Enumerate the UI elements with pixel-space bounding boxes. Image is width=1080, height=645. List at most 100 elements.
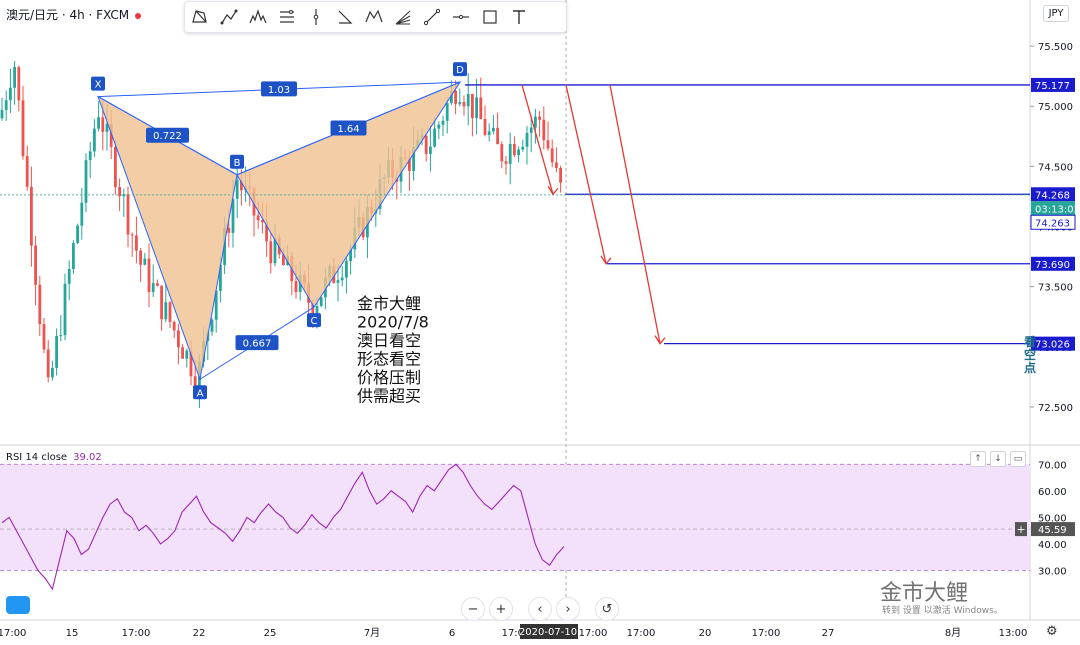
candle-body bbox=[340, 277, 344, 281]
text-icon[interactable] bbox=[504, 2, 533, 32]
candle-body bbox=[34, 245, 37, 285]
candle-body bbox=[546, 140, 550, 149]
price-tick-label: 75.000 bbox=[1038, 102, 1073, 113]
candle-body bbox=[55, 336, 58, 368]
candle-body bbox=[172, 321, 176, 331]
candle-body bbox=[492, 127, 495, 132]
candle-body bbox=[466, 93, 470, 107]
abcd-pattern-icon[interactable] bbox=[214, 2, 243, 32]
candle-body bbox=[424, 135, 428, 154]
xabcd-pattern-icon[interactable] bbox=[185, 2, 214, 32]
candle-body bbox=[441, 120, 445, 125]
candle-body bbox=[454, 90, 457, 105]
time-tick-label: 27 bbox=[822, 628, 835, 639]
time-tick-label: 17:00 bbox=[0, 628, 26, 639]
candle-body bbox=[487, 131, 491, 135]
price-label-current: 74.263 bbox=[1035, 218, 1070, 229]
price-label-target: 73.690 bbox=[1035, 260, 1070, 271]
rsi-current-label: 45.59 bbox=[1038, 525, 1067, 536]
candle-body bbox=[185, 350, 189, 359]
fib-retracement-icon[interactable] bbox=[272, 2, 301, 32]
horizontal-line-icon[interactable] bbox=[446, 2, 475, 32]
rsi-tick-label: 70.00 bbox=[1038, 460, 1067, 471]
candle-body bbox=[525, 132, 529, 147]
candle-body bbox=[13, 67, 16, 88]
time-tick-label: 17:00 bbox=[752, 628, 781, 639]
candle-body bbox=[76, 225, 79, 244]
candle-body bbox=[475, 97, 478, 119]
candle-body bbox=[319, 297, 323, 306]
pattern-toolbar bbox=[184, 1, 567, 33]
rsi-band bbox=[0, 464, 1030, 571]
elliott-wave-icon[interactable] bbox=[359, 2, 388, 32]
vertical-line-icon[interactable] bbox=[301, 2, 330, 32]
rsi-plus-icon: + bbox=[1016, 523, 1025, 536]
candle-body bbox=[130, 234, 134, 236]
candle-body bbox=[38, 284, 42, 325]
candle-body bbox=[168, 302, 172, 322]
reset-chart-button[interactable]: ↺ bbox=[595, 597, 619, 621]
chart-stage: 75.50075.00074.50074.00073.50073.00072.5… bbox=[0, 0, 1080, 641]
zoom-out-button[interactable]: − bbox=[461, 597, 485, 621]
ratio-label-xd: 1.03 bbox=[268, 85, 290, 96]
price-tick-label: 75.500 bbox=[1038, 42, 1073, 53]
scroll-right-button[interactable]: › bbox=[556, 597, 580, 621]
candle-body bbox=[513, 144, 516, 156]
candle-body bbox=[521, 146, 525, 150]
scroll-left-button[interactable]: ‹ bbox=[528, 597, 552, 621]
rsi-tick-label: 30.00 bbox=[1038, 566, 1067, 577]
side-caption: 看空点 bbox=[1024, 335, 1037, 375]
candle-body bbox=[160, 285, 163, 320]
candle-body bbox=[529, 127, 533, 133]
tradingview-logo[interactable] bbox=[6, 596, 30, 614]
price-tick-label: 74.500 bbox=[1038, 162, 1073, 173]
candle-body bbox=[114, 147, 117, 188]
candle-body bbox=[164, 302, 168, 320]
candle-body bbox=[67, 269, 71, 284]
trend-line-icon[interactable] bbox=[417, 2, 446, 32]
rsi-title: RSI 14 close bbox=[6, 452, 68, 463]
candle-body bbox=[437, 124, 441, 129]
rectangle-icon[interactable] bbox=[475, 2, 504, 32]
annotation-line: 2020/7/8 bbox=[357, 313, 429, 332]
annotation-line: 形态看空 bbox=[357, 350, 421, 369]
candle-body bbox=[504, 161, 508, 164]
candle-body bbox=[139, 250, 142, 265]
price-label-countdown: 03:13:03 bbox=[1035, 204, 1080, 215]
candle-body bbox=[517, 149, 520, 156]
activation-watermark: 转到 设置 以激活 Windows。 bbox=[882, 606, 1003, 616]
time-tick-label: 15 bbox=[66, 628, 79, 639]
zoom-in-button[interactable]: + bbox=[489, 597, 513, 621]
settings-gear-icon[interactable]: ⚙ bbox=[1046, 624, 1058, 639]
candle-body bbox=[30, 186, 33, 246]
candle-body bbox=[458, 101, 462, 105]
currency-button[interactable]: JPY bbox=[1043, 5, 1069, 22]
candle-body bbox=[483, 118, 487, 135]
rsi-tick-label: 40.00 bbox=[1038, 540, 1067, 551]
pane-down-button[interactable]: ↓ bbox=[990, 451, 1006, 467]
candle-body bbox=[42, 324, 46, 350]
candle-body bbox=[0, 109, 4, 119]
symbol-title: 澳元/日元 · 4h · FXCM bbox=[6, 6, 142, 23]
pattern-point-b: B bbox=[234, 158, 241, 169]
pane-maximize-button[interactable]: ▭ bbox=[1010, 451, 1026, 467]
chart-canvas[interactable]: 75.50075.00074.50074.00073.50073.00072.5… bbox=[0, 0, 1080, 641]
price-tick-label: 73.500 bbox=[1038, 283, 1073, 294]
time-tick-label: 17:00 bbox=[627, 628, 656, 639]
time-tick-label: 25 bbox=[264, 628, 277, 639]
triangle-pattern-icon[interactable] bbox=[330, 2, 359, 32]
head-shoulders-icon[interactable] bbox=[243, 2, 272, 32]
candle-body bbox=[181, 347, 184, 359]
candle-body bbox=[59, 335, 63, 337]
candle-body bbox=[51, 367, 54, 378]
rsi-legend: RSI 14 close 39.02 bbox=[6, 452, 102, 463]
fib-fan-icon[interactable] bbox=[388, 2, 417, 32]
candle-body bbox=[80, 202, 84, 226]
annotation-line: 供需超买 bbox=[357, 387, 421, 406]
pane-up-button[interactable]: ↑ bbox=[970, 451, 986, 467]
candle-body bbox=[542, 119, 546, 141]
candle-body bbox=[500, 144, 504, 162]
time-tick-label: 20 bbox=[699, 628, 712, 639]
pattern-point-x: X bbox=[95, 80, 102, 91]
time-tick-label: 6 bbox=[449, 628, 455, 639]
